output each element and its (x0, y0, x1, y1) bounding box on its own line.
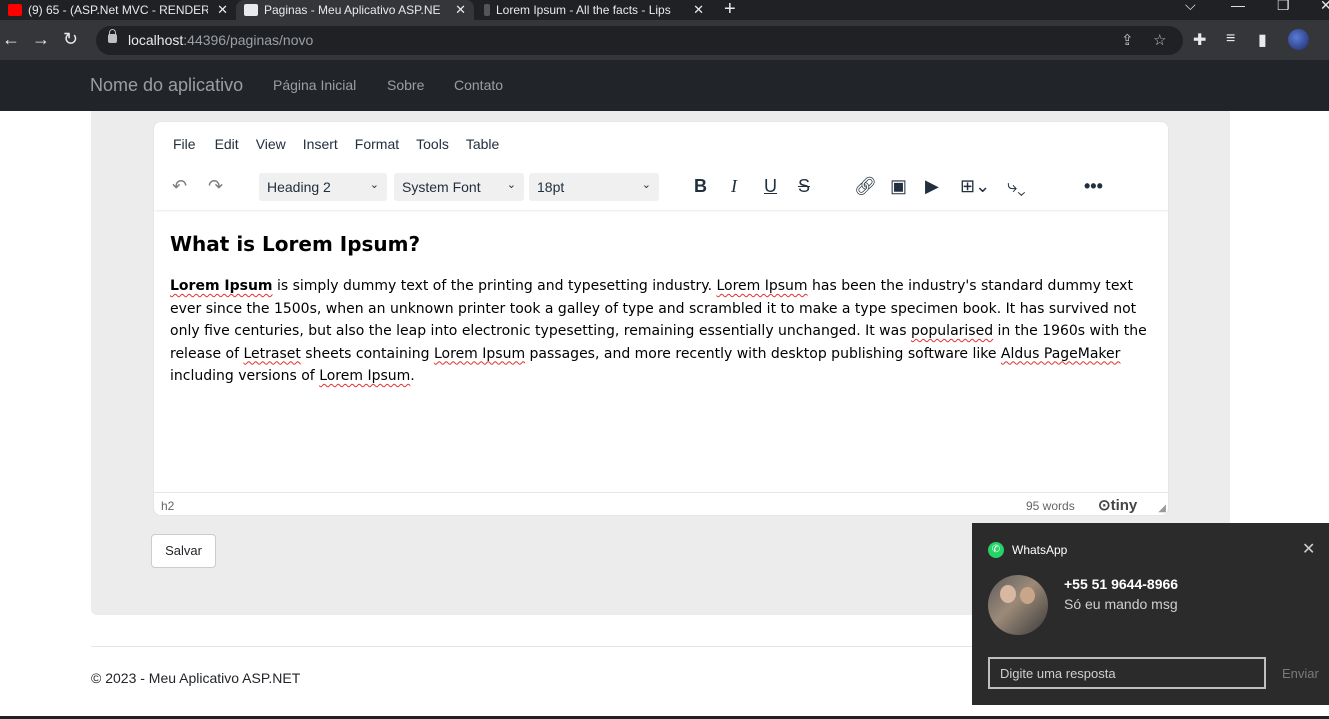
more-icon[interactable]: ••• (1084, 174, 1103, 198)
lock-icon (108, 29, 117, 43)
font-size-value: 18pt (537, 179, 565, 195)
menu-edit[interactable]: Edit (215, 136, 239, 156)
forward-icon[interactable]: → (32, 29, 50, 49)
footer-text: © 2023 - Meu Aplicativo ASP.NET (91, 670, 301, 686)
tab-search-icon[interactable]: ⌵ (1185, 0, 1196, 14)
profile-avatar[interactable] (1288, 29, 1309, 50)
table-icon[interactable]: ⊞⌄ (960, 174, 990, 198)
font-size-select[interactable]: 18pt ⌄ (529, 173, 659, 201)
resize-handle-icon[interactable]: ◢ (1158, 503, 1166, 514)
nav-link-home[interactable]: Página Inicial (273, 77, 356, 93)
word-count[interactable]: 95 words (1026, 499, 1075, 513)
brand-link[interactable]: Nome do aplicativo (90, 75, 243, 96)
avatar (988, 575, 1048, 635)
save-button[interactable]: Salvar (151, 534, 216, 568)
content-paragraph: Lorem Ipsum is simply dummy text of the … (170, 278, 1147, 384)
notification-app-name: WhatsApp (1012, 543, 1068, 557)
reply-input[interactable] (988, 657, 1266, 689)
underline-icon[interactable]: U (764, 174, 777, 198)
editor-toolbar: ↶ ↷ Heading 2 ⌄ System Font ⌄ 18pt ⌄ B I… (154, 170, 1168, 210)
tab-title: Lorem Ipsum - All the facts - Lips (496, 3, 671, 17)
editor-content[interactable]: What is Lorem Ipsum? Lorem Ipsum is simp… (170, 232, 1155, 388)
message-text: Só eu mando msg (1064, 596, 1178, 612)
media-embed-icon[interactable]: ▶ (925, 174, 939, 198)
url-text: localhost:44396/paginas/novo (128, 32, 314, 48)
image-icon[interactable]: ▣ (890, 174, 907, 198)
back-icon[interactable]: ← (2, 29, 20, 49)
media-icon[interactable]: ≡ (1226, 30, 1235, 48)
close-icon[interactable]: ✕ (455, 2, 466, 18)
close-icon[interactable]: ✕ (1302, 539, 1315, 559)
close-icon[interactable]: ✕ (217, 2, 228, 18)
new-tab-icon[interactable]: + (724, 0, 736, 21)
browser-tab[interactable]: Lorem Ipsum - All the facts - Lips ✕ (476, 0, 712, 20)
close-icon[interactable]: ✕ (693, 2, 704, 18)
font-family-select[interactable]: System Font ⌄ (394, 173, 524, 201)
menu-table[interactable]: Table (466, 136, 499, 156)
page-icon (244, 4, 258, 16)
nav-link-about[interactable]: Sobre (387, 77, 424, 93)
font-family-value: System Font (402, 179, 481, 195)
undo-icon[interactable]: ↶ (172, 174, 187, 198)
url-field[interactable]: localhost:44396/paginas/novo ⇪ ☆ (96, 26, 1183, 55)
block-format-value: Heading 2 (267, 179, 331, 195)
maximize-icon[interactable]: ❐ (1277, 0, 1290, 14)
editor-statusbar: h2 95 words ⊙tiny ◢ (154, 492, 1168, 515)
sender-number: +55 51 9644-8966 (1064, 576, 1179, 592)
menu-format[interactable]: Format (355, 136, 399, 156)
window-close-icon[interactable]: ✕ (1320, 0, 1329, 14)
nav-link-contact[interactable]: Contato (454, 77, 503, 93)
reload-icon[interactable]: ↻ (63, 29, 78, 49)
block-format-select[interactable]: Heading 2 ⌄ (259, 173, 387, 201)
star-icon[interactable]: ☆ (1153, 31, 1166, 49)
tab-title: (9) 65 - (ASP.Net MVC - RENDER (28, 3, 208, 17)
tab-title: Paginas - Meu Aplicativo ASP.NE (264, 3, 441, 17)
browser-tab-active[interactable]: Paginas - Meu Aplicativo ASP.NE ✕ (236, 0, 474, 20)
site-navbar: Nome do aplicativo Página Inicial Sobre … (0, 60, 1329, 111)
tiny-logo[interactable]: ⊙tiny (1098, 496, 1137, 514)
strikethrough-icon[interactable]: S (798, 174, 810, 198)
menu-view[interactable]: View (256, 136, 286, 156)
chevron-down-icon: ⌄ (369, 179, 379, 191)
chevron-down-icon: ⌄ (506, 179, 516, 191)
side-panel-icon[interactable]: ▮ (1258, 30, 1267, 50)
browser-tab-strip: (9) 65 - (ASP.Net MVC - RENDER ✕ Paginas… (0, 0, 1329, 20)
italic-icon[interactable]: I (731, 174, 737, 198)
whatsapp-notification: ✆ WhatsApp ✕ +55 51 9644-8966 Só eu mand… (972, 523, 1329, 705)
lipsum-icon (484, 4, 490, 16)
youtube-icon (8, 4, 22, 16)
share-icon[interactable]: ⇪ (1121, 31, 1134, 49)
bold-icon[interactable]: B (694, 174, 707, 198)
send-button[interactable]: Enviar (1282, 666, 1319, 681)
editor-menubar: File Edit View Insert Format Tools Table (154, 136, 499, 156)
insert-template-icon[interactable]: ⤷⌄ (1007, 174, 1026, 198)
chevron-down-icon: ⌄ (641, 179, 651, 191)
whatsapp-icon: ✆ (988, 542, 1004, 558)
menu-insert[interactable]: Insert (303, 136, 338, 156)
address-bar-row: ← → ↻ localhost:44396/paginas/novo ⇪ ☆ ✚… (0, 20, 1329, 60)
redo-icon[interactable]: ↷ (208, 174, 223, 198)
rich-text-editor: File Edit View Insert Format Tools Table… (153, 121, 1169, 516)
content-heading: What is Lorem Ipsum? (170, 232, 421, 256)
browser-tab[interactable]: (9) 65 - (ASP.Net MVC - RENDER ✕ (0, 0, 236, 20)
extensions-icon[interactable]: ✚ (1193, 30, 1206, 50)
menu-file[interactable]: File (173, 136, 196, 156)
element-path[interactable]: h2 (161, 499, 174, 513)
menu-tools[interactable]: Tools (416, 136, 449, 156)
minimize-icon[interactable]: — (1231, 0, 1245, 13)
link-icon[interactable]: 🔗︎ (854, 174, 877, 198)
